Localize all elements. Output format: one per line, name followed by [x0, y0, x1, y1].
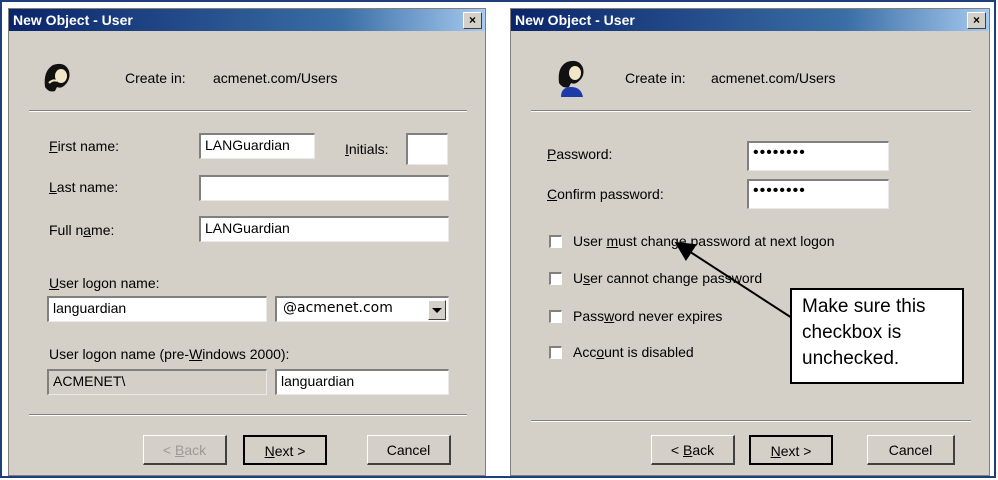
- callout-line-1: Make sure this: [802, 296, 926, 317]
- callout-line-3: unchecked.: [802, 348, 900, 369]
- callout-arrow: [674, 241, 793, 319]
- callout-line-2: checkbox is: [802, 322, 902, 343]
- callout-note: Make sure this checkbox is unchecked.: [790, 288, 964, 384]
